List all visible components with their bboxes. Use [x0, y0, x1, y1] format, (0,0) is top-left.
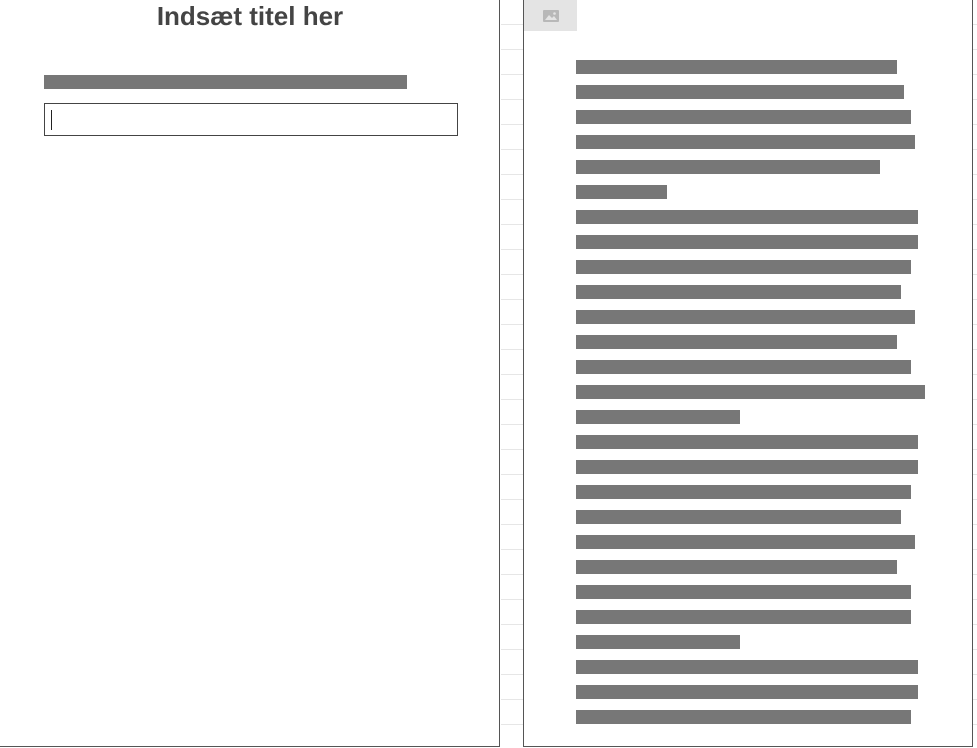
editor-panel: Indsæt titel her: [0, 0, 500, 747]
image-icon: [542, 9, 559, 22]
text-line: [576, 435, 918, 449]
right-gutter: [973, 0, 977, 748]
title-input[interactable]: [44, 103, 458, 136]
image-placeholder-button[interactable]: [524, 0, 577, 31]
text-line: [576, 660, 918, 674]
text-line: [576, 585, 911, 599]
text-line: [576, 510, 901, 524]
text-line: [576, 210, 918, 224]
panel-gutter: [501, 0, 523, 748]
text-line: [576, 685, 918, 699]
text-line: [576, 285, 901, 299]
text-line: [576, 260, 911, 274]
page-title: Indsæt titel her: [156, 1, 344, 31]
text-line: [576, 335, 897, 349]
text-caret: [51, 110, 52, 130]
text-line: [576, 85, 904, 99]
text-line: [576, 460, 918, 474]
text-line: [576, 485, 911, 499]
text-line: [576, 110, 911, 124]
text-line: [576, 235, 918, 249]
text-line: [576, 135, 915, 149]
text-line: [576, 710, 911, 724]
text-line: [576, 635, 740, 649]
document-preview-panel[interactable]: [523, 0, 973, 747]
text-line: [576, 360, 911, 374]
text-line: [576, 610, 911, 624]
text-line: [576, 310, 915, 324]
text-line: [576, 535, 915, 549]
text-line: [576, 60, 897, 74]
text-line: [576, 160, 880, 174]
text-line: [576, 385, 925, 399]
page: Indsæt titel her: [0, 0, 977, 748]
text-line: [576, 410, 740, 424]
text-line: [576, 185, 667, 199]
field-label-placeholder: [44, 75, 407, 89]
text-line: [576, 560, 897, 574]
